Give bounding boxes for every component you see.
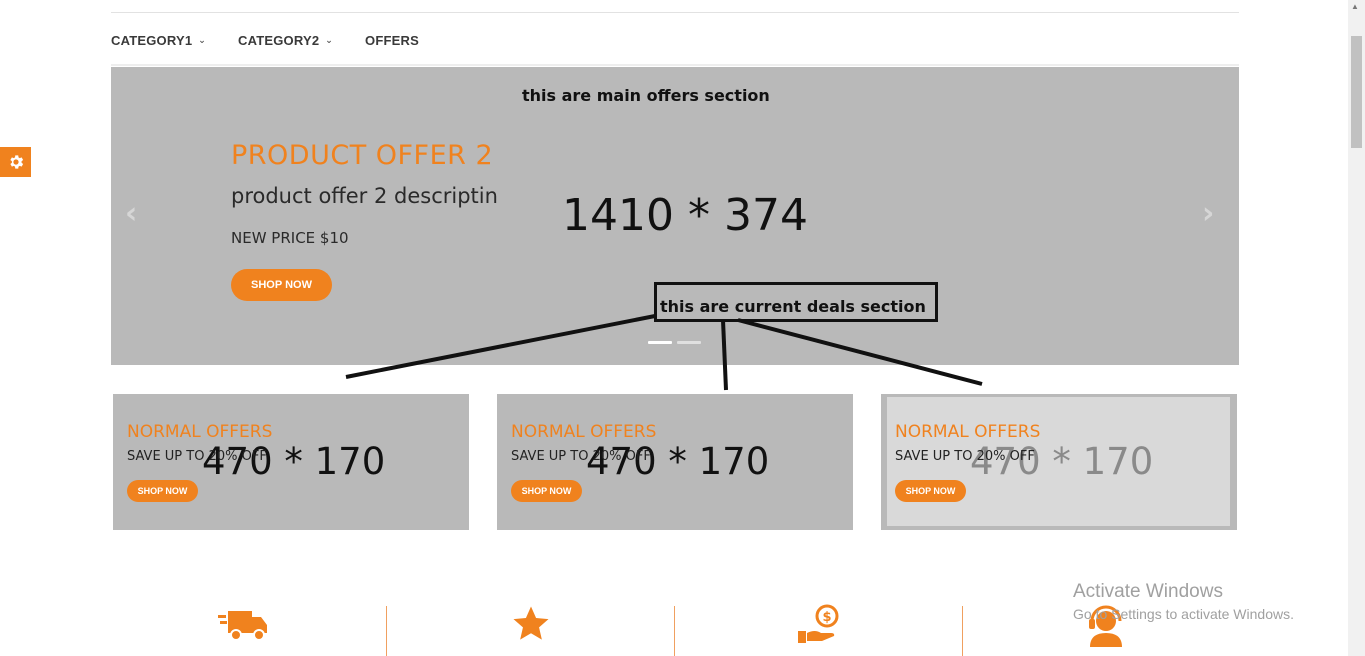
- deal-card-1-title: NORMAL OFFERS: [127, 422, 273, 442]
- hero-title: PRODUCT OFFER 2: [231, 140, 494, 171]
- feature-divider: [386, 606, 387, 656]
- top-divider: [111, 12, 1239, 13]
- deal-card-3-title: NORMAL OFFERS: [895, 422, 1041, 442]
- hero-dimension-label: 1410 * 374: [562, 190, 808, 241]
- main-nav: CATEGORY1 ⌄ CATEGORY2 ⌄ OFFERS: [111, 29, 451, 51]
- nav-offers-label: OFFERS: [365, 32, 419, 48]
- slider-next-arrow[interactable]: ›: [1202, 196, 1214, 231]
- nav-offers[interactable]: OFFERS: [365, 33, 419, 48]
- hero-annotation: this are main offers section: [522, 86, 770, 105]
- nav-category2[interactable]: CATEGORY2 ⌄: [238, 33, 333, 48]
- hero-description: product offer 2 descriptin: [231, 184, 498, 208]
- delivery-truck-icon: [218, 603, 270, 648]
- gear-icon: [9, 155, 23, 169]
- chevron-down-icon: ⌄: [198, 34, 207, 45]
- slider-dot-1[interactable]: [648, 341, 672, 344]
- hero-shop-now-button[interactable]: SHOP NOW: [231, 269, 332, 301]
- deal-card-2-title: NORMAL OFFERS: [511, 422, 657, 442]
- feature-divider: [674, 606, 675, 656]
- nav-category1-label: CATEGORY1: [111, 32, 193, 48]
- scroll-up-arrow-icon[interactable]: ▲: [1351, 2, 1359, 11]
- deal-card-1-subtitle: SAVE UP TO 20% OFF: [127, 449, 267, 464]
- svg-text:$: $: [822, 610, 831, 625]
- deals-annotation-label: this are current deals section: [660, 297, 926, 316]
- nav-category1[interactable]: CATEGORY1 ⌄: [111, 33, 206, 48]
- activate-windows-title: Activate Windows: [1073, 581, 1223, 602]
- activate-windows-subtitle: Go to Settings to activate Windows.: [1073, 606, 1294, 622]
- slider-dot-2[interactable]: [677, 341, 701, 344]
- deal-card-1-shop-button[interactable]: SHOP NOW: [127, 480, 198, 502]
- nav-divider: [111, 64, 1239, 66]
- deal-card-2-shop-button[interactable]: SHOP NOW: [511, 480, 582, 502]
- settings-gear-button[interactable]: [0, 147, 31, 177]
- deal-card-2-subtitle: SAVE UP TO 20% OFF: [511, 449, 651, 464]
- star-icon: [509, 603, 553, 650]
- deal-card-3-subtitle: SAVE UP TO 20% OFF: [895, 449, 1035, 464]
- scrollbar-thumb[interactable]: [1351, 36, 1362, 148]
- money-hand-icon: $: [796, 603, 842, 650]
- feature-divider: [962, 606, 963, 656]
- deal-card-3-shop-button[interactable]: SHOP NOW: [895, 480, 966, 502]
- chevron-down-icon: ⌄: [325, 34, 334, 45]
- slider-prev-arrow[interactable]: ‹: [125, 196, 137, 231]
- hero-price: NEW PRICE $10: [231, 229, 349, 247]
- nav-category2-label: CATEGORY2: [238, 32, 320, 48]
